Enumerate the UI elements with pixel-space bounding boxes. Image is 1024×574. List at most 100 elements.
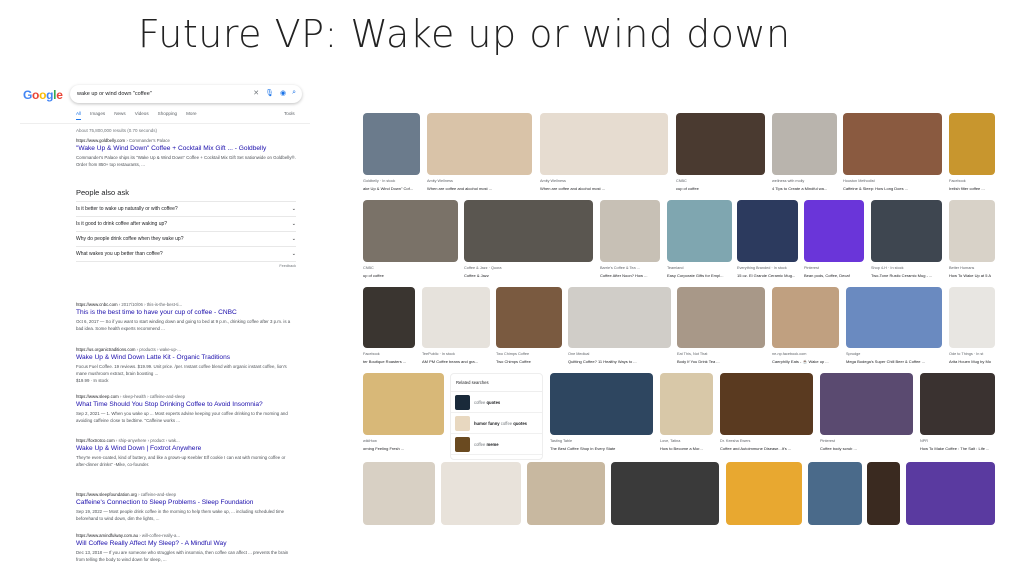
image-source[interactable]: Two Chimps Coffee xyxy=(496,352,562,358)
image-result[interactable] xyxy=(820,373,913,435)
image-caption[interactable]: The Best Coffee Shop in Every State xyxy=(550,446,653,452)
image-result[interactable] xyxy=(949,287,995,348)
related-search-item[interactable]: coffee meme xyxy=(451,434,542,455)
image-result[interactable] xyxy=(772,287,839,348)
image-caption[interactable]: Irelish filter coffee ... xyxy=(949,186,995,192)
image-caption[interactable]: Mega Bodega's Super Chill Beer & Coffee … xyxy=(846,359,942,365)
image-result[interactable] xyxy=(496,287,562,348)
image-source[interactable]: CNBC xyxy=(363,266,458,272)
image-result[interactable] xyxy=(363,462,435,525)
image-caption[interactable]: Coffee and Autoimmune Disease...It's ... xyxy=(720,446,813,452)
image-result[interactable] xyxy=(667,200,732,262)
image-source[interactable]: Sprudge xyxy=(846,352,942,358)
image-source[interactable]: Everything Branded · In stock xyxy=(737,266,798,272)
image-caption[interactable]: 15 oz. El Grande Ceramic Mug... xyxy=(737,273,798,279)
image-result[interactable] xyxy=(726,462,802,525)
image-result[interactable] xyxy=(540,113,668,175)
image-result[interactable] xyxy=(363,287,415,348)
image-caption[interactable]: ake Up & Wind Down" Cof... xyxy=(363,186,420,192)
image-caption[interactable]: How To Make Coffee : The Salt : Life ... xyxy=(920,446,995,452)
image-result[interactable] xyxy=(720,373,813,435)
image-source[interactable]: One Medical xyxy=(568,352,671,358)
image-caption[interactable]: up of coffee xyxy=(363,273,458,279)
image-source[interactable]: Pinterest xyxy=(820,439,913,445)
image-result[interactable] xyxy=(568,287,671,348)
image-source[interactable]: wellness with molly xyxy=(772,179,837,185)
image-caption[interactable]: When are coffee and alcohol most ... xyxy=(427,186,532,192)
image-result[interactable] xyxy=(611,462,719,525)
image-source[interactable]: wikiHow xyxy=(363,439,444,445)
image-result[interactable] xyxy=(427,113,532,175)
image-result[interactable] xyxy=(920,373,995,435)
image-source[interactable]: Teamland xyxy=(667,266,732,272)
image-result[interactable] xyxy=(804,200,864,262)
image-caption[interactable]: Coffee & Jazz xyxy=(464,273,593,279)
image-caption[interactable]: AM PM Coffee beans and gra... xyxy=(422,359,490,365)
image-caption[interactable]: Easy Corporate Gifts for Empl... xyxy=(667,273,732,279)
related-search-item[interactable]: coffee quotes xyxy=(451,392,542,413)
image-result[interactable] xyxy=(772,113,837,175)
image-result[interactable] xyxy=(363,113,420,175)
image-result[interactable] xyxy=(464,200,593,262)
image-source[interactable]: Dr. Keesha Ewers xyxy=(720,439,813,445)
image-caption[interactable]: Coffee body scrub ... xyxy=(820,446,913,452)
image-caption[interactable]: 4 Tips to Create a Mindful wa... xyxy=(772,186,837,192)
image-result[interactable] xyxy=(871,200,942,262)
image-caption[interactable]: Quitting Coffee? 11 Healthy Ways to ... xyxy=(568,359,671,365)
image-source[interactable]: Love, Tatina xyxy=(660,439,713,445)
image-caption[interactable]: Caffeine & Sleep: How Long Does ... xyxy=(843,186,942,192)
image-source[interactable]: Eat This, Not That xyxy=(677,352,765,358)
image-source[interactable]: Pinterest xyxy=(804,266,864,272)
image-result[interactable] xyxy=(600,200,660,262)
image-source[interactable]: Tasting Table xyxy=(550,439,653,445)
image-source[interactable]: Barrie's Coffee & Tea ... xyxy=(600,266,660,272)
image-caption[interactable]: Two Chimps Coffee xyxy=(496,359,562,365)
image-source[interactable]: Ode to Things · In st xyxy=(949,352,995,358)
image-caption[interactable]: Caerphilly Eats - ☕ Wake up ... xyxy=(772,359,839,365)
image-result[interactable] xyxy=(737,200,798,262)
image-source[interactable]: NPR xyxy=(920,439,995,445)
image-source[interactable]: TeePublic · In stock xyxy=(422,352,490,358)
related-text[interactable]: humor funny coffee quotes xyxy=(474,421,527,426)
image-result[interactable] xyxy=(550,373,653,435)
image-source[interactable]: CNBC xyxy=(676,179,765,185)
image-caption[interactable]: ter Boutique Roasters ... xyxy=(363,359,415,365)
image-caption[interactable]: How to Become a Mor... xyxy=(660,446,713,452)
image-result[interactable] xyxy=(441,462,521,525)
image-result[interactable] xyxy=(676,113,765,175)
image-source[interactable]: Coffee & Jazz · Quora xyxy=(464,266,593,272)
image-result[interactable] xyxy=(906,462,995,525)
image-caption[interactable]: How To Wake Up at 5 A xyxy=(949,273,995,279)
image-caption[interactable]: When are coffee and alcohol most ... xyxy=(540,186,668,192)
image-result[interactable] xyxy=(527,462,605,525)
image-source[interactable]: Amity Wellness xyxy=(540,179,668,185)
image-result[interactable] xyxy=(422,287,490,348)
related-search-item[interactable]: humor funny coffee quotes xyxy=(451,413,542,434)
image-result[interactable] xyxy=(363,200,458,262)
image-caption[interactable]: orning Feeling Fresh ... xyxy=(363,446,444,452)
image-caption[interactable]: Two-Tone Rustic Ceramic Mug - ... xyxy=(871,273,942,279)
image-result[interactable] xyxy=(660,373,713,435)
image-result[interactable] xyxy=(846,287,942,348)
image-source[interactable]: Amity Wellness xyxy=(427,179,532,185)
image-result[interactable] xyxy=(677,287,765,348)
image-result[interactable] xyxy=(363,373,444,435)
image-caption[interactable]: cup of coffee xyxy=(676,186,765,192)
image-source[interactable]: Facebook xyxy=(949,179,995,185)
image-result[interactable] xyxy=(843,113,942,175)
image-source[interactable]: Facebook xyxy=(363,352,415,358)
image-caption[interactable]: Body If You Drink Tea ... xyxy=(677,359,765,365)
image-caption[interactable]: Coffee After Noon? How ... xyxy=(600,273,660,279)
image-source[interactable]: Goldbelly · In stock xyxy=(363,179,420,185)
image-result[interactable] xyxy=(808,462,862,525)
image-caption[interactable]: Bean pods, Coffee, Decaf xyxy=(804,273,864,279)
image-source[interactable]: Shop 4-H · In stock xyxy=(871,266,942,272)
image-source[interactable]: Better Humans xyxy=(949,266,995,272)
related-text[interactable]: coffee meme xyxy=(474,442,499,447)
image-source[interactable]: Houston Methodist xyxy=(843,179,942,185)
image-result[interactable] xyxy=(949,200,995,262)
related-text[interactable]: coffee quotes xyxy=(474,400,500,405)
image-result[interactable] xyxy=(949,113,995,175)
image-caption[interactable]: Arita Houen Mug by Mo xyxy=(949,359,995,365)
image-source[interactable]: ne-np.facebook.com xyxy=(772,352,839,358)
